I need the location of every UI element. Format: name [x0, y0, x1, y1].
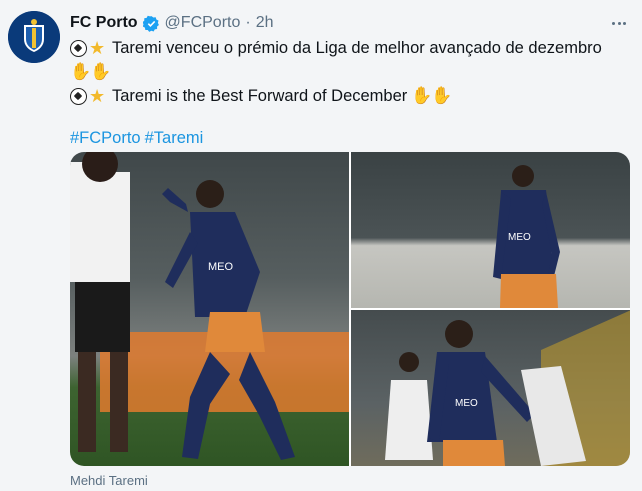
- star-icon: ★: [89, 86, 106, 106]
- timestamp[interactable]: 2h: [256, 14, 274, 32]
- star-icon: ★: [89, 38, 106, 58]
- tweet-text-pt: Taremi venceu o prémio da Liga de melhor…: [112, 39, 602, 57]
- soccer-ball-icon: [70, 39, 87, 57]
- author-name[interactable]: FC Porto: [70, 14, 138, 32]
- media-grid: MEO MEO MEO: [70, 152, 630, 466]
- media-caption: Mehdi Taremi: [70, 473, 148, 488]
- separator: ·: [245, 14, 251, 31]
- fc-porto-crest-icon: [8, 11, 60, 63]
- clapping-hands-icon: ✋: [411, 86, 433, 105]
- hashtag-fcporto[interactable]: #FCPorto: [70, 126, 141, 150]
- clapping-hands-icon: ✋: [70, 62, 92, 81]
- sponsor-text: MEO: [508, 232, 531, 243]
- clapping-hands-icon: ✋: [90, 62, 112, 81]
- photo-1[interactable]: MEO: [70, 152, 349, 466]
- tweet-text: ★ Taremi venceu o prémio da Liga de melh…: [70, 36, 630, 150]
- hashtag-taremi[interactable]: #Taremi: [145, 126, 204, 150]
- tweet-line-claps: ✋ ✋: [70, 60, 630, 84]
- author-handle[interactable]: @FCPorto: [165, 14, 241, 32]
- clapping-hands-icon: ✋: [431, 86, 453, 105]
- sponsor-text: MEO: [455, 398, 478, 409]
- avatar[interactable]: [8, 11, 60, 63]
- soccer-ball-icon: [70, 87, 87, 105]
- more-options-icon[interactable]: [608, 12, 630, 34]
- photo-2[interactable]: MEO: [351, 152, 630, 308]
- verified-badge-icon: [142, 15, 159, 32]
- sponsor-text: MEO: [208, 261, 234, 273]
- tweet-line-en: ★ Taremi is the Best Forward of December…: [70, 84, 630, 108]
- hashtags: #FCPorto #Taremi: [70, 126, 630, 150]
- photo-3[interactable]: MEO: [351, 310, 630, 466]
- tweet-text-en: Taremi is the Best Forward of December: [112, 87, 408, 105]
- tweet-line-pt: ★ Taremi venceu o prémio da Liga de melh…: [70, 36, 630, 60]
- tweet-header: FC Porto @FCPorto · 2h: [70, 12, 632, 34]
